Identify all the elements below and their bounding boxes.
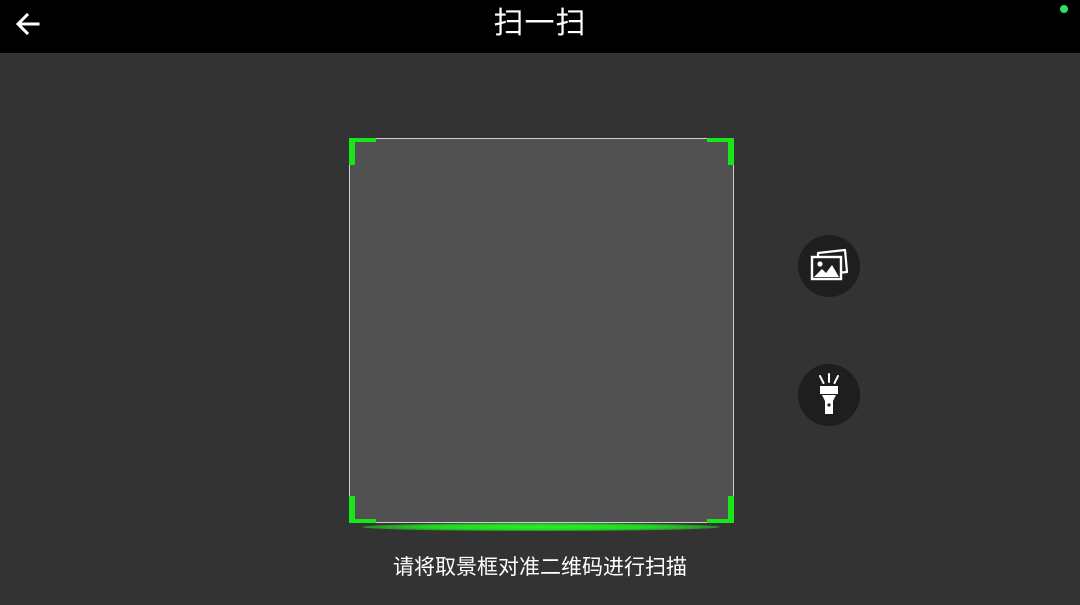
top-bar: 扫一扫 bbox=[0, 0, 1080, 53]
status-dot bbox=[1060, 5, 1068, 13]
page-title: 扫一扫 bbox=[493, 6, 587, 41]
flashlight-button[interactable] bbox=[798, 364, 860, 426]
viewfinder-corner-top-right bbox=[707, 138, 734, 165]
scan-line bbox=[362, 523, 720, 531]
flashlight-icon bbox=[819, 373, 839, 414]
scan-hint: 请将取景框对准二维码进行扫描 bbox=[393, 555, 687, 579]
viewfinder-corner-bottom-right bbox=[707, 496, 734, 523]
scan-screen: 扫一扫 请将取景框对准二维码进行扫描 bbox=[0, 0, 1080, 605]
viewfinder-corner-bottom-left bbox=[349, 496, 376, 523]
viewfinder-corner-top-left bbox=[349, 138, 376, 165]
photo-gallery-icon bbox=[810, 248, 849, 281]
gallery-button[interactable] bbox=[798, 235, 860, 297]
scan-viewfinder bbox=[349, 138, 734, 523]
